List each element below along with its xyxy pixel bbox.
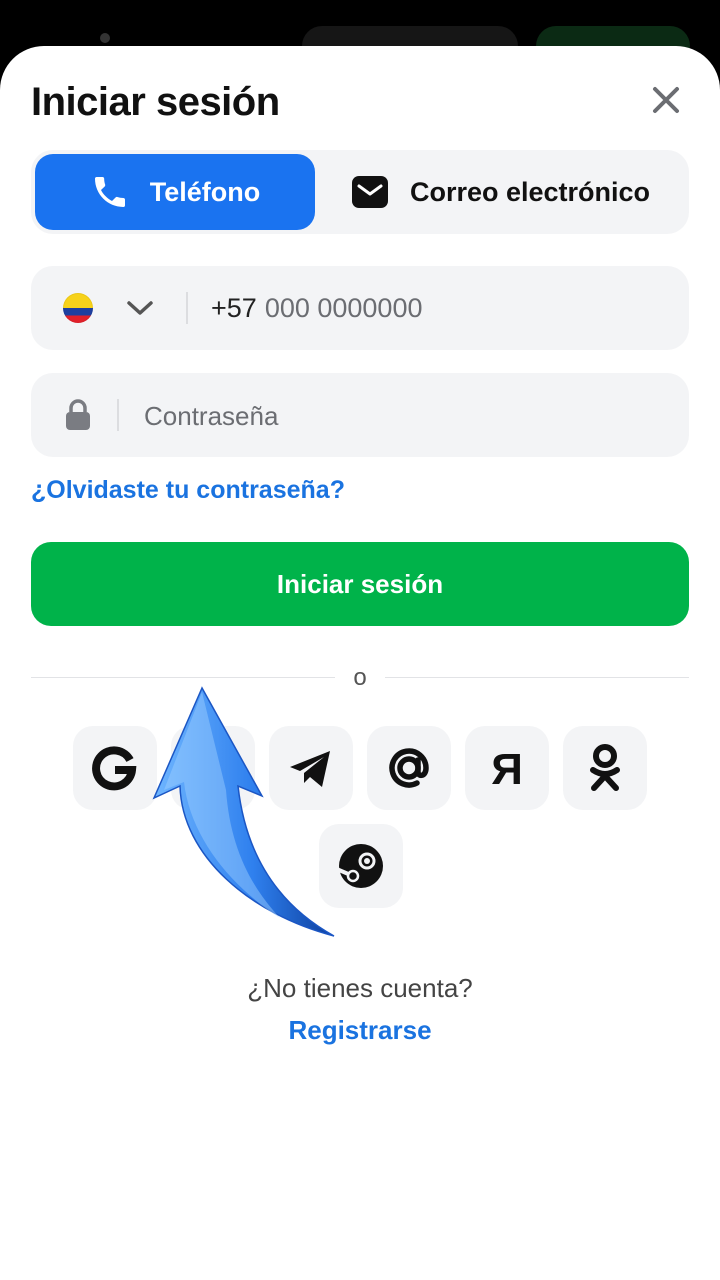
- phone-field: +57 000 0000000: [31, 266, 689, 350]
- google-login-button[interactable]: [73, 726, 157, 810]
- mail-ru-login-button[interactable]: [367, 726, 451, 810]
- google-icon: [92, 746, 137, 791]
- divider-text: o: [353, 664, 367, 691]
- chevron-down-icon[interactable]: [125, 296, 155, 320]
- tab-email[interactable]: Correo electrónico: [315, 154, 685, 230]
- odnoklassniki-login-button[interactable]: [563, 726, 647, 810]
- password-field: [31, 373, 689, 457]
- field-separator: [117, 399, 119, 431]
- yandex-login-button[interactable]: Я: [465, 726, 549, 810]
- login-method-tabs: Teléfono Correo electrónico: [31, 150, 689, 234]
- field-separator: [186, 292, 188, 324]
- phone-icon: [94, 177, 125, 207]
- page-title: Iniciar sesión: [31, 80, 280, 124]
- divider-line-right: [385, 677, 689, 678]
- at-sign-icon: [389, 748, 429, 788]
- divider-line-left: [31, 677, 335, 678]
- no-account-text: ¿No tienes cuenta?: [247, 973, 473, 1003]
- lock-icon: [66, 399, 90, 430]
- yandex-icon: Я: [491, 745, 523, 791]
- tab-email-label: Correo electrónico: [409, 176, 651, 207]
- password-input[interactable]: [142, 393, 646, 439]
- tab-phone-label: Teléfono: [149, 176, 261, 207]
- annotation-arrow: [152, 686, 335, 937]
- close-button[interactable]: [646, 80, 686, 120]
- phone-input[interactable]: +57 000 0000000: [211, 286, 651, 330]
- phone-prefix: +57: [211, 292, 257, 323]
- login-button[interactable]: Iniciar sesión: [31, 542, 689, 626]
- register-link[interactable]: Registrarse: [0, 1015, 720, 1046]
- odnoklassniki-icon: [590, 744, 620, 791]
- forgot-password-link[interactable]: ¿Olvidaste tu contraseña?: [31, 476, 345, 505]
- phone-placeholder: 000 0000000: [264, 292, 423, 323]
- camera-dot: [100, 33, 110, 43]
- svg-text:Я: Я: [491, 745, 523, 791]
- colombia-flag-icon[interactable]: [63, 293, 93, 323]
- tab-phone[interactable]: Teléfono: [35, 154, 315, 230]
- close-icon: [653, 87, 679, 113]
- mail-icon: [351, 176, 388, 208]
- steam-icon: [337, 844, 383, 888]
